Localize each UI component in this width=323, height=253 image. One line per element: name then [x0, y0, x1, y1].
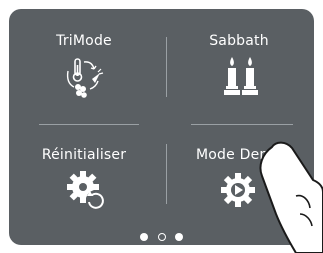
pointing-hand-icon [259, 141, 323, 253]
